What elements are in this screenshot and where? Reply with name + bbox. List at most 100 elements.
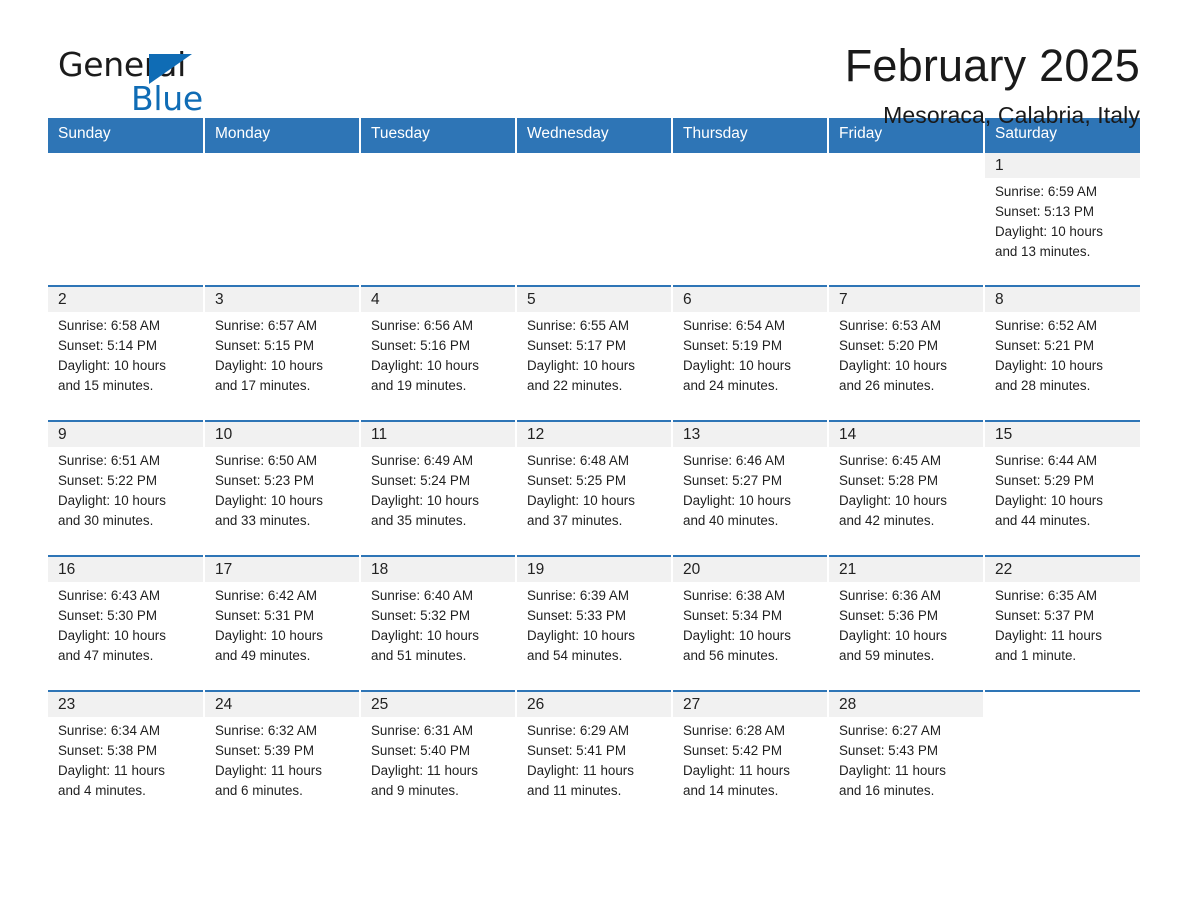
day-cell[interactable]: 18 Sunrise: 6:40 AM Sunset: 5:32 PM Dayligh… — [360, 555, 517, 691]
day-cell[interactable]: 6 Sunrise: 6:54 AM Sunset: 5:19 PM Daylight… — [672, 285, 829, 421]
day-cell[interactable]: 17 Sunrise: 6:42 AM Sunset: 5:31 PM Dayligh… — [204, 555, 361, 691]
day-number: 21 — [829, 557, 983, 582]
day-cell[interactable]: 10 Sunrise: 6:50 AM Sunset: 5:23 PM Dayligh… — [204, 420, 361, 556]
daylight-text-line2: and 44 minutes. — [995, 513, 1091, 528]
daylight-text-line1: Daylight: 10 hours — [371, 628, 479, 643]
sunset-text: Sunset: 5:41 PM — [527, 743, 626, 758]
day-details: Sunrise: 6:42 AM Sunset: 5:31 PM Daylight:… — [205, 582, 359, 666]
day-cell[interactable]: 22 Sunrise: 6:35 AM Sunset: 5:37 PM Dayligh… — [984, 555, 1140, 691]
day-details: Sunrise: 6:57 AM Sunset: 5:15 PM Daylight:… — [205, 312, 359, 396]
daylight-text-line2: and 42 minutes. — [839, 513, 935, 528]
daylight-text-line2: and 37 minutes. — [527, 513, 623, 528]
daylight-text-line2: and 1 minute. — [995, 648, 1077, 663]
daylight-text-line1: Daylight: 10 hours — [683, 358, 791, 373]
daylight-text-line2: and 56 minutes. — [683, 648, 779, 663]
location-subtitle: Mesoraca, Calabria, Italy — [883, 102, 1140, 129]
sunset-text: Sunset: 5:36 PM — [839, 608, 938, 623]
day-cell[interactable]: 21 Sunrise: 6:36 AM Sunset: 5:36 PM Dayligh… — [828, 555, 985, 691]
day-cell[interactable]: 11 Sunrise: 6:49 AM Sunset: 5:24 PM Dayligh… — [360, 420, 517, 556]
daylight-text-line2: and 54 minutes. — [527, 648, 623, 663]
day-number: 15 — [985, 422, 1140, 447]
day-cell[interactable]: 2 Sunrise: 6:58 AM Sunset: 5:14 PM Daylight… — [48, 285, 205, 421]
sunset-text: Sunset: 5:39 PM — [215, 743, 314, 758]
sunrise-text: Sunrise: 6:29 AM — [527, 723, 629, 738]
day-number: 22 — [985, 557, 1140, 582]
sunset-text: Sunset: 5:13 PM — [995, 204, 1094, 219]
page-header: General Blue February 2025 Mesoraca, Cal… — [48, 0, 1140, 129]
sunset-text: Sunset: 5:25 PM — [527, 473, 626, 488]
day-cell[interactable]: 19 Sunrise: 6:39 AM Sunset: 5:33 PM Dayligh… — [516, 555, 673, 691]
day-number: 16 — [48, 557, 203, 582]
daylight-text-line2: and 26 minutes. — [839, 378, 935, 393]
day-details: Sunrise: 6:48 AM Sunset: 5:25 PM Daylight:… — [517, 447, 671, 531]
day-cell[interactable]: 13 Sunrise: 6:46 AM Sunset: 5:27 PM Dayligh… — [672, 420, 829, 556]
day-cell[interactable]: 3 Sunrise: 6:57 AM Sunset: 5:15 PM Daylight… — [204, 285, 361, 421]
day-cell[interactable]: 25 Sunrise: 6:31 AM Sunset: 5:40 PM Dayligh… — [360, 690, 517, 826]
daylight-text-line1: Daylight: 10 hours — [371, 493, 479, 508]
day-number — [205, 153, 359, 178]
sunrise-text: Sunrise: 6:43 AM — [58, 588, 160, 603]
day-details: Sunrise: 6:59 AM Sunset: 5:13 PM Daylight:… — [985, 178, 1140, 262]
day-cell-empty — [360, 151, 517, 286]
day-cell-empty — [828, 151, 985, 286]
sunset-text: Sunset: 5:14 PM — [58, 338, 157, 353]
generalblue-logo[interactable]: General Blue — [48, 40, 238, 116]
daylight-text-line2: and 11 minutes. — [527, 783, 622, 798]
day-cell[interactable]: 8 Sunrise: 6:52 AM Sunset: 5:21 PM Daylight… — [984, 285, 1140, 421]
day-cell[interactable]: 14 Sunrise: 6:45 AM Sunset: 5:28 PM Dayligh… — [828, 420, 985, 556]
day-cell[interactable]: 26 Sunrise: 6:29 AM Sunset: 5:41 PM Dayligh… — [516, 690, 673, 826]
sunrise-text: Sunrise: 6:46 AM — [683, 453, 785, 468]
sunrise-text: Sunrise: 6:55 AM — [527, 318, 629, 333]
daylight-text-line2: and 35 minutes. — [371, 513, 467, 528]
day-cell[interactable]: 7 Sunrise: 6:53 AM Sunset: 5:20 PM Daylight… — [828, 285, 985, 421]
day-cell[interactable]: 15 Sunrise: 6:44 AM Sunset: 5:29 PM Dayligh… — [984, 420, 1140, 556]
sunrise-text: Sunrise: 6:59 AM — [995, 184, 1097, 199]
calendar-week-row: 16 Sunrise: 6:43 AM Sunset: 5:30 PM Dayligh… — [48, 555, 1140, 691]
page-title: February 2025 — [844, 40, 1140, 91]
calendar-page: General Blue February 2025 Mesoraca, Cal… — [0, 0, 1188, 918]
sunrise-text: Sunrise: 6:42 AM — [215, 588, 317, 603]
day-details: Sunrise: 6:38 AM Sunset: 5:34 PM Daylight:… — [673, 582, 827, 666]
calendar-week-row: 9 Sunrise: 6:51 AM Sunset: 5:22 PM Daylight… — [48, 420, 1140, 556]
daylight-text-line2: and 40 minutes. — [683, 513, 779, 528]
sunset-text: Sunset: 5:38 PM — [58, 743, 157, 758]
day-cell[interactable]: 16 Sunrise: 6:43 AM Sunset: 5:30 PM Dayligh… — [48, 555, 205, 691]
day-cell[interactable]: 1 Sunrise: 6:59 AM Sunset: 5:13 PM Daylight… — [984, 151, 1140, 286]
daylight-text-line1: Daylight: 10 hours — [839, 628, 947, 643]
day-details: Sunrise: 6:55 AM Sunset: 5:17 PM Daylight:… — [517, 312, 671, 396]
day-cell-empty — [204, 151, 361, 286]
day-number: 27 — [673, 692, 827, 717]
sunrise-text: Sunrise: 6:52 AM — [995, 318, 1097, 333]
day-cell[interactable]: 5 Sunrise: 6:55 AM Sunset: 5:17 PM Daylight… — [516, 285, 673, 421]
weekday-header-sunday: Sunday — [48, 118, 205, 152]
daylight-text-line2: and 59 minutes. — [839, 648, 935, 663]
daylight-text-line2: and 33 minutes. — [215, 513, 311, 528]
day-cell[interactable]: 20 Sunrise: 6:38 AM Sunset: 5:34 PM Dayligh… — [672, 555, 829, 691]
day-cell[interactable]: 28 Sunrise: 6:27 AM Sunset: 5:43 PM Dayligh… — [828, 690, 985, 826]
daylight-text-line2: and 15 minutes. — [58, 378, 154, 393]
daylight-text-line1: Daylight: 11 hours — [371, 763, 478, 778]
day-number — [361, 153, 515, 178]
day-number — [829, 153, 983, 178]
daylight-text-line2: and 22 minutes. — [527, 378, 623, 393]
day-details: Sunrise: 6:51 AM Sunset: 5:22 PM Daylight:… — [48, 447, 203, 531]
calendar-week-row: 23 Sunrise: 6:34 AM Sunset: 5:38 PM Dayligh… — [48, 690, 1140, 826]
day-number — [48, 153, 203, 178]
daylight-text-line2: and 4 minutes. — [58, 783, 146, 798]
sunrise-text: Sunrise: 6:32 AM — [215, 723, 317, 738]
day-cell[interactable]: 9 Sunrise: 6:51 AM Sunset: 5:22 PM Daylight… — [48, 420, 205, 556]
day-number: 9 — [48, 422, 203, 447]
sunset-text: Sunset: 5:17 PM — [527, 338, 626, 353]
day-cell[interactable]: 24 Sunrise: 6:32 AM Sunset: 5:39 PM Dayligh… — [204, 690, 361, 826]
day-cell[interactable]: 27 Sunrise: 6:28 AM Sunset: 5:42 PM Dayligh… — [672, 690, 829, 826]
day-cell[interactable]: 23 Sunrise: 6:34 AM Sunset: 5:38 PM Dayligh… — [48, 690, 205, 826]
sunrise-text: Sunrise: 6:57 AM — [215, 318, 317, 333]
daylight-text-line1: Daylight: 11 hours — [215, 763, 322, 778]
daylight-text-line2: and 28 minutes. — [995, 378, 1091, 393]
daylight-text-line1: Daylight: 10 hours — [215, 358, 323, 373]
day-cell[interactable]: 4 Sunrise: 6:56 AM Sunset: 5:16 PM Daylight… — [360, 285, 517, 421]
sunset-text: Sunset: 5:15 PM — [215, 338, 314, 353]
sunset-text: Sunset: 5:24 PM — [371, 473, 470, 488]
day-cell[interactable]: 12 Sunrise: 6:48 AM Sunset: 5:25 PM Dayligh… — [516, 420, 673, 556]
sunrise-text: Sunrise: 6:27 AM — [839, 723, 941, 738]
